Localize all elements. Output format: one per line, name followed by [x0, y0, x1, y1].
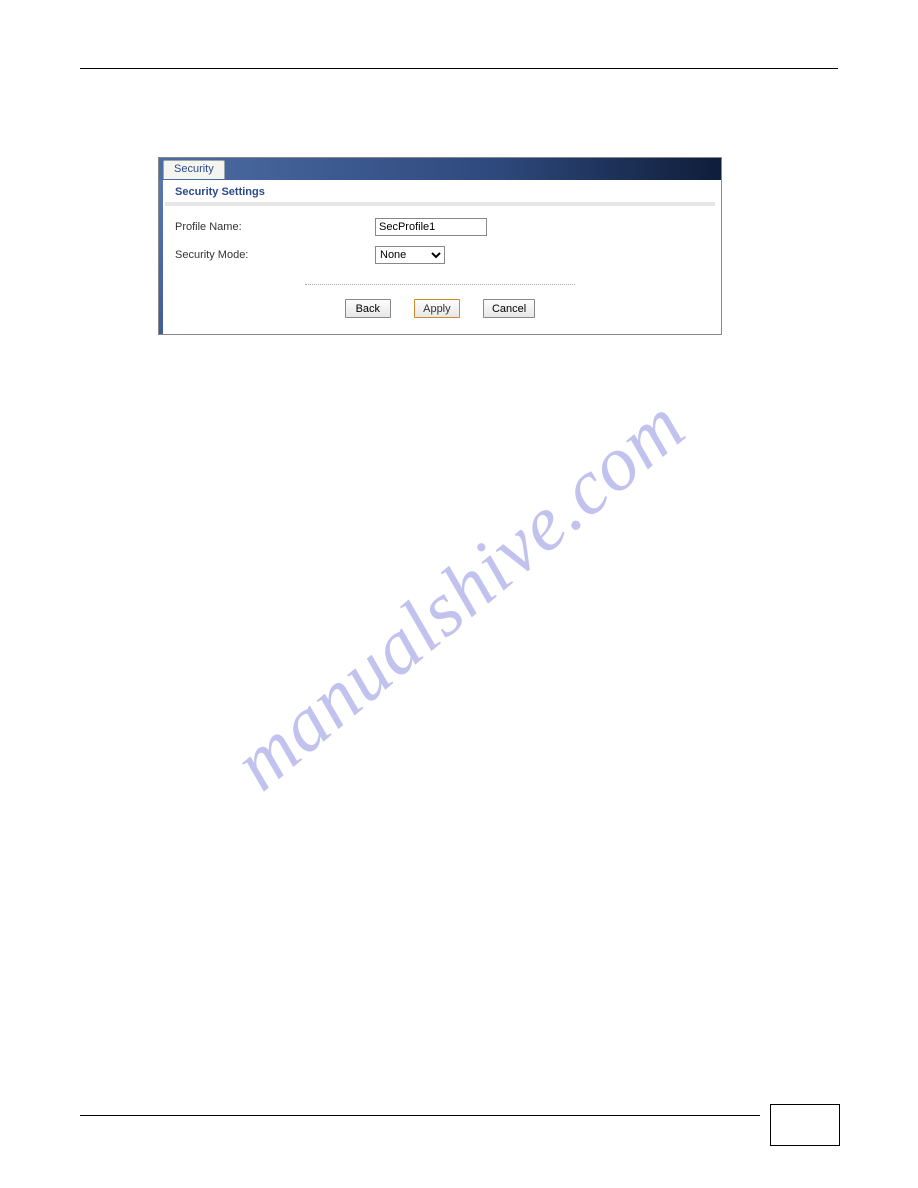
tab-bar: Security: [159, 158, 721, 180]
footer-rule: [80, 1115, 760, 1116]
profile-name-label: Profile Name:: [175, 221, 375, 233]
document-page: Security Security Settings Profile Name:…: [0, 0, 918, 1188]
security-mode-select[interactable]: None: [375, 246, 445, 264]
cancel-button[interactable]: Cancel: [483, 299, 535, 318]
page-number-box: [770, 1104, 840, 1146]
panel-left-accent: [159, 158, 163, 334]
apply-button[interactable]: Apply: [414, 299, 460, 318]
button-divider: [305, 284, 575, 285]
security-settings-panel: Security Security Settings Profile Name:…: [158, 157, 722, 335]
profile-name-input[interactable]: [375, 218, 487, 236]
security-mode-label: Security Mode:: [175, 249, 375, 261]
tab-security[interactable]: Security: [163, 160, 225, 179]
watermark-text: manualshive.com: [216, 380, 702, 808]
button-row: Back Apply Cancel: [175, 293, 705, 328]
section-divider: [165, 202, 715, 206]
back-button[interactable]: Back: [345, 299, 391, 318]
header-rule: [80, 68, 838, 69]
row-security-mode: Security Mode: None: [175, 246, 705, 264]
section-title: Security Settings: [159, 180, 721, 202]
form-area: Profile Name: Security Mode: None Back A…: [159, 208, 721, 334]
row-profile-name: Profile Name:: [175, 218, 705, 236]
